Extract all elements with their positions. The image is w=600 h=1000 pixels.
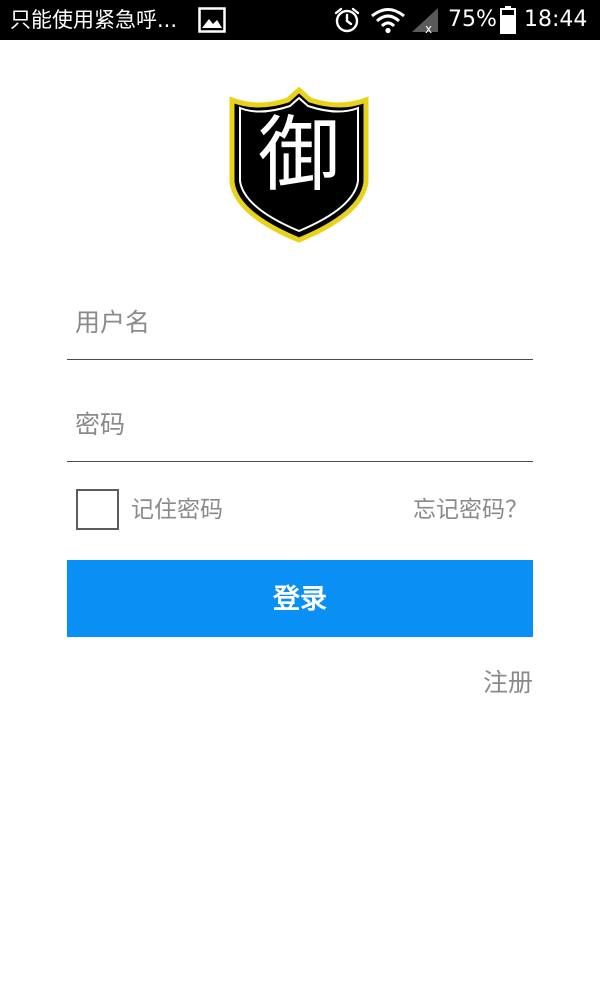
status-notification-text: 只能使用紧急呼... — [10, 8, 178, 32]
battery-icon — [500, 6, 516, 34]
register-link[interactable]: 注册 — [483, 666, 533, 700]
signal-icon: x — [412, 8, 438, 34]
status-clock: 18:44 — [524, 7, 588, 32]
svg-text:x: x — [425, 22, 432, 34]
password-input[interactable] — [67, 388, 533, 462]
wifi-icon — [371, 8, 405, 34]
battery-percent: 75% — [448, 7, 497, 32]
image-icon — [198, 7, 226, 33]
remember-password-label[interactable]: 记住密码 — [131, 494, 223, 526]
app-logo: 御 — [228, 86, 370, 244]
logo-character: 御 — [257, 108, 340, 203]
remember-password-checkbox[interactable] — [76, 489, 119, 530]
alarm-icon — [334, 7, 360, 33]
forgot-password-link[interactable]: 忘记密码？ — [413, 494, 528, 526]
username-input[interactable] — [67, 286, 533, 360]
status-bar: 只能使用紧急呼... x 75% 18:44 — [0, 0, 600, 40]
login-button[interactable]: 登录 — [67, 560, 533, 637]
